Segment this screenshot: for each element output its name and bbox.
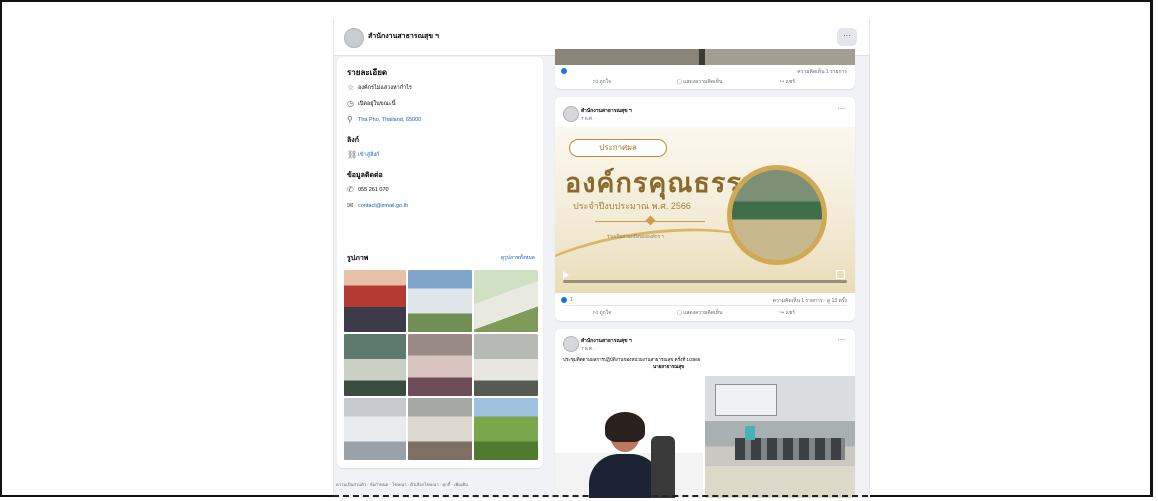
post-video[interactable]: ประกาศผล องค์กรคุณธรรม ประจำปีงบประมาณ พ… [555,127,855,293]
link-icon: ⛓ [347,150,358,159]
footer-links[interactable]: ความเป็นส่วนตัว · ข้อกำหนด · โฆษณา · ตัว… [336,481,546,488]
people-row [735,438,845,460]
banner-tag: ประกาศผล [569,139,667,157]
post-options-icon[interactable]: ··· [837,335,845,344]
banner-photo-circle [727,165,827,265]
page-avatar[interactable] [344,28,364,48]
post-card: สำนักงานสาธารณสุข ฯ 7 พ.ศ. · ··· ประกาศผ… [555,97,855,321]
share-button[interactable]: ↪ แชร์ [780,78,795,86]
post-author-name[interactable]: สำนักงานสาธารณสุข ฯ [581,337,632,345]
share-label: แชร์ [785,79,795,85]
thumbs-up-icon: 👍︎ [593,79,600,85]
plant-shape [745,426,755,440]
table-shape [705,466,855,498]
like-label: ถูกใจ [599,310,612,316]
like-reaction-icon [561,297,567,303]
page-name[interactable]: สำนักงานสาธารณสุข ฯ [368,31,439,42]
location-pin-icon: ⚲ [347,115,353,124]
website-row: ⛓เข้าสู่ลิงก์ [347,150,379,159]
person-hair [605,412,645,442]
clock-icon: ◷ [347,99,354,108]
like-label: ถูกใจ [599,79,612,85]
banner-small-text: ร่วมเป็นส่วนหนึ่งขององค์กร ฯ [607,234,664,239]
post-stats[interactable]: ความคิดเห็น 1 รายการ · ดู 13 ครั้ง [773,297,847,305]
share-label: แชร์ [785,310,795,316]
email-icon: ✉ [347,201,354,210]
photos-title: รูปภาพ [347,255,369,262]
post-timestamp[interactable]: 7 พ.ศ. · [581,115,596,122]
chair [651,436,675,498]
website-heading: ลิงก์ [347,137,359,144]
post-card: สำนักงานสาธารณสุข ฯ 7 พ.ศ. · ··· ประชุมต… [555,329,855,498]
website-link[interactable]: เข้าสู่ลิงก์ [358,152,379,158]
photo-thumb[interactable] [474,398,538,460]
reaction-count[interactable]: 1 [570,297,573,303]
fullscreen-icon[interactable] [836,270,845,279]
post-photo-meeting[interactable] [705,376,855,498]
photo-thumb[interactable] [408,398,472,460]
photo-thumb[interactable] [344,398,406,460]
post-image[interactable] [555,49,855,65]
photo-thumb[interactable] [474,270,538,332]
photo-thumb[interactable] [474,334,538,396]
more-options-button[interactable]: ··· [837,28,857,46]
post-options-icon[interactable]: ··· [837,104,845,113]
thumbs-up-icon: 👍︎ [593,310,600,316]
phone-text: 055 261 070 [358,186,389,193]
diamond-icon [645,215,656,226]
star-icon: ☆ [347,83,355,92]
email-link[interactable]: contact@email.go.th [358,203,408,209]
banner-subtitle: ประจำปีงบประมาณ พ.ศ. 2566 [573,201,691,211]
post-text: ประชุมติดตามผลการปฏิบัติงานของหน่วยงานสา… [563,357,701,362]
comment-label: แสดงความคิดเห็น [683,79,723,85]
page-cut-line [333,495,868,497]
comment-button[interactable]: ▢ แสดงความคิดเห็น [677,309,722,317]
comment-button[interactable]: ▢ แสดงความคิดเห็น [677,78,722,86]
intro-card: รายละเอียด ☆ องค์กรไม่แสวงหากำไร ◷ เปิดอยู… [337,57,543,254]
photo-thumb[interactable] [344,334,406,396]
see-all-photos-link[interactable]: ดูรูปภาพทั้งหมด [501,254,535,262]
hours-text: เปิดอยู่ในขณะนี้ [358,100,396,107]
category-row: ☆ องค์กรไม่แสวงหากำไร [347,83,412,92]
photo-thumb[interactable] [344,270,406,332]
post-text-more: นายสาธารณสุข [653,364,685,369]
post-card: ความคิดเห็น 1 รายการ 👍︎ ถูกใจ ▢ แสดงความ… [555,49,855,89]
like-reaction-icon [561,68,567,74]
hours-row: ◷ เปิดอยู่ในขณะนี้ [347,99,396,108]
photo-thumb[interactable] [408,270,472,332]
contact-heading: ข้อมูลติดต่อ [347,172,383,179]
post-author-name[interactable]: สำนักงานสาธารณสุข ฯ [581,107,632,115]
address-row: ⚲ Tha Pho, Thailand, 65000 [347,115,421,124]
post-author-avatar[interactable] [563,336,579,352]
divider [563,305,847,306]
intro-title: รายละเอียด [347,68,388,77]
facebook-page: สำนักงานสาธารณสุข ฯ ··· รายละเอียด ☆ องค์… [333,20,870,498]
post-author-avatar[interactable] [563,106,579,122]
phone-icon: ✆ [347,185,354,194]
category-text: องค์กรไม่แสวงหากำไร [358,84,412,91]
address-link[interactable]: Tha Pho, Thailand, 65000 [358,117,421,123]
photos-card: รูปภาพ ดูรูปภาพทั้งหมด [337,242,543,468]
window-shape [715,384,777,416]
post-timestamp[interactable]: 7 พ.ศ. · [581,345,596,352]
comment-label: แสดงความคิดเห็น [683,310,723,316]
photo-thumb[interactable] [408,334,472,396]
phone-row: ✆ 055 261 070 [347,185,389,194]
like-button[interactable]: 👍︎ ถูกใจ [593,78,611,86]
email-row: ✉ contact@email.go.th [347,201,408,210]
post-photo-portrait[interactable] [555,376,703,498]
video-progress-bar[interactable] [563,280,847,283]
share-button[interactable]: ↪ แชร์ [780,309,795,317]
like-button[interactable]: 👍︎ ถูกใจ [593,309,611,317]
play-icon[interactable] [563,271,569,279]
comment-count[interactable]: ความคิดเห็น 1 รายการ [797,68,847,76]
